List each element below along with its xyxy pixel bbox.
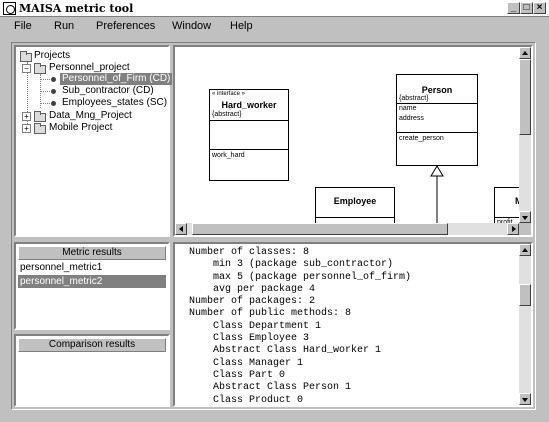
uml-tag: {abstract} <box>212 111 242 118</box>
maximize-button[interactable]: □ <box>520 2 533 14</box>
uml-class-employee[interactable]: Employee <box>315 187 395 223</box>
scroll-up-button[interactable] <box>519 244 531 256</box>
result-line: avg per package 4 <box>189 283 316 295</box>
comparison-results-header: Comparison results <box>18 338 166 352</box>
result-line: Number of classes: 8 <box>189 247 310 258</box>
folder-icon <box>20 51 32 62</box>
result-line: Class Department 1 <box>189 320 322 332</box>
arrow-down-icon <box>522 398 528 402</box>
uml-operation: work_hard <box>212 152 245 159</box>
diagram-hscrollbar[interactable] <box>175 223 519 235</box>
arrow-right-icon <box>512 226 516 232</box>
tree-root-projects[interactable]: Projects <box>34 50 70 62</box>
menu-help[interactable]: Help <box>230 20 253 32</box>
uml-class-name: Employee <box>333 196 377 206</box>
scroll-up-button[interactable] <box>519 47 531 59</box>
leaf-bullet-icon <box>51 77 56 82</box>
result-line: Number of public methods: 8 <box>189 308 352 320</box>
result-line: Abstract Class Person 1 <box>189 382 352 394</box>
menu-run[interactable]: Run <box>54 20 74 32</box>
leaf-bullet-icon <box>51 89 56 94</box>
uml-divider <box>316 217 394 218</box>
uml-attribute: address <box>399 115 424 122</box>
uml-attribute: name <box>399 105 417 112</box>
uml-class-m[interactable]: M profit <box>494 187 519 223</box>
app-icon <box>3 2 16 15</box>
results-viewport: Number of classes: 8 min 3 (package sub_… <box>175 244 519 405</box>
leaf-bullet-icon <box>51 101 56 106</box>
menu-bar: File Run Preferences Window Help <box>0 17 549 36</box>
result-line: Class Part 0 <box>189 369 286 381</box>
diagram-viewport: « interface » Hard_worker {abstract} wor… <box>175 47 519 223</box>
metric-result-item[interactable]: personnel_metric1 <box>18 261 166 274</box>
uml-stereotype: « interface » <box>212 91 246 97</box>
tree-connector <box>40 79 50 80</box>
results-vscrollbar[interactable] <box>519 244 531 405</box>
metric-results-panel: Metric results personnel_metric1 personn… <box>14 242 170 330</box>
metric-result-item-selected[interactable]: personnel_metric2 <box>18 275 166 288</box>
result-line: min 3 (package sub_contractor) <box>189 259 394 271</box>
result-line: Number of packages: 2 <box>189 296 316 308</box>
uml-divider <box>397 103 477 104</box>
scroll-right-button[interactable] <box>507 223 519 235</box>
result-line: Class Employee 3 <box>189 333 310 345</box>
tree-item-mobile-project[interactable]: Mobile Project <box>49 122 112 134</box>
folder-icon <box>34 63 46 74</box>
tree-connector <box>40 91 50 92</box>
uml-divider <box>495 217 519 218</box>
tree-item-data-mng-project[interactable]: Data_Mng_Project <box>49 110 132 122</box>
comparison-results-panel: Comparison results <box>14 334 170 407</box>
scroll-corner <box>519 223 531 235</box>
uml-class-name: Hard_worker <box>221 100 277 110</box>
diagram-vscrollbar[interactable] <box>519 47 531 223</box>
scroll-thumb[interactable] <box>519 59 531 135</box>
folder-icon <box>34 111 46 122</box>
result-line: max 5 (package personnel_of_firm) <box>189 271 412 283</box>
close-button[interactable]: × <box>533 2 546 14</box>
title-bar[interactable]: MAISA metric tool _ □ × <box>0 0 549 17</box>
uml-operation: create_person <box>399 135 444 142</box>
tree-item-personnel-of-firm[interactable]: Personnel_of_Firm (CD) <box>60 73 173 85</box>
result-line: Abstract Class Hard_worker 1 <box>189 345 382 357</box>
uml-class-hard-worker[interactable]: « interface » Hard_worker {abstract} wor… <box>209 89 289 181</box>
results-text-panel[interactable]: Number of classes: 8 min 3 (package sub_… <box>173 242 533 407</box>
arrow-down-icon <box>522 216 528 220</box>
uml-class-person[interactable]: Person {abstract} name address create_pe… <box>396 74 478 166</box>
diagram-canvas[interactable]: « interface » Hard_worker {abstract} wor… <box>173 45 533 237</box>
result-line: Class Product 0 <box>189 394 304 405</box>
arrow-left-icon <box>179 226 183 232</box>
menu-preferences[interactable]: Preferences <box>96 20 155 32</box>
menu-window[interactable]: Window <box>172 20 211 32</box>
scroll-down-button[interactable] <box>519 393 531 405</box>
inheritance-arrow <box>430 165 444 223</box>
tree-item-employees-states[interactable]: Employees_states (SC) <box>62 97 167 109</box>
scroll-down-button[interactable] <box>519 211 531 223</box>
arrow-up-icon <box>522 248 528 252</box>
scroll-thumb[interactable] <box>192 223 448 235</box>
expand-icon[interactable]: + <box>22 112 31 121</box>
window-title: MAISA metric tool <box>19 2 134 15</box>
uml-divider <box>210 149 288 150</box>
uml-divider <box>397 132 477 133</box>
minimize-button[interactable]: _ <box>507 2 520 14</box>
uml-divider <box>210 120 288 121</box>
arrow-up-icon <box>522 51 528 55</box>
result-line: Class Manager 1 <box>189 357 304 369</box>
expand-icon[interactable]: + <box>22 124 31 133</box>
scroll-left-button[interactable] <box>175 223 187 235</box>
tree-connector <box>40 103 50 104</box>
menu-file[interactable]: File <box>14 20 32 32</box>
project-tree[interactable]: Projects − Personnel_project Personnel_o… <box>14 45 173 237</box>
folder-icon <box>34 123 46 134</box>
uml-class-name: Person <box>421 85 453 95</box>
metric-results-header: Metric results <box>18 246 166 260</box>
uml-tag: {abstract} <box>399 95 429 102</box>
tree-item-sub-contractor[interactable]: Sub_contractor (CD) <box>62 85 154 97</box>
collapse-icon[interactable]: − <box>22 64 31 73</box>
scroll-thumb[interactable] <box>519 284 531 306</box>
